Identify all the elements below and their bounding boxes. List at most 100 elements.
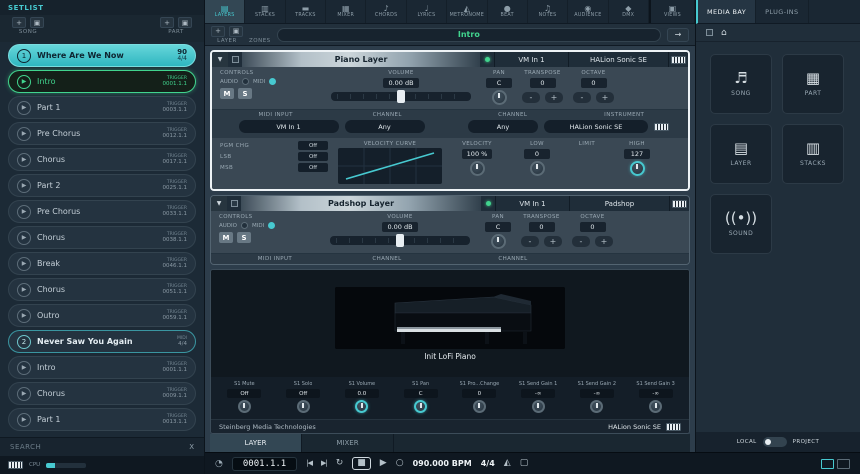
preset-name[interactable]: Init LoFi Piano — [424, 352, 476, 361]
setlist-item[interactable]: ▶ Part 2 TRIGGER 0025.1.1 — [8, 174, 196, 197]
transpose-value[interactable]: 0 — [529, 222, 555, 232]
search-input[interactable]: SEARCH — [10, 443, 41, 451]
item-badge[interactable]: ▶ — [17, 231, 31, 245]
layer-input-select[interactable]: VM In 1 — [495, 196, 569, 211]
view-tab[interactable]: ♪ CHORDS — [366, 0, 406, 23]
plugin-param[interactable]: S1 Pro...Change 0 — [452, 381, 507, 413]
song-panel-button[interactable]: ▣ — [30, 17, 44, 28]
editor-tab[interactable]: LAYER — [210, 434, 302, 452]
collapse-button[interactable]: ▼ — [211, 196, 227, 211]
midi-input-select[interactable]: VM In 1 — [239, 120, 339, 133]
layer-enable-checkbox[interactable] — [227, 196, 241, 211]
pgm-chg-value[interactable]: Off — [298, 141, 328, 150]
item-badge[interactable]: 1▶ — [17, 49, 31, 63]
setlist-search[interactable]: SEARCH X — [0, 437, 204, 456]
search-clear-button[interactable]: X — [189, 443, 194, 451]
collapse-button[interactable]: ▼ — [212, 52, 228, 67]
view-tab[interactable]: ◆ DMX — [609, 0, 649, 23]
param-value[interactable]: C — [404, 389, 438, 398]
param-knob[interactable] — [473, 400, 486, 413]
local-project-toggle[interactable] — [763, 437, 787, 447]
setlist-item[interactable]: ▶ Chorus TRIGGER 0051.1.1 — [8, 278, 196, 301]
transpose-minus-button[interactable]: - — [521, 236, 539, 247]
plugin-param[interactable]: S1 Pan C — [393, 381, 448, 413]
item-badge[interactable]: ▶ — [17, 309, 31, 323]
editor-tab[interactable]: MIXER — [302, 434, 394, 452]
padshop-layer-panel[interactable]: ▼ Padshop Layer VM In 1 Padshop CONTROLS — [210, 195, 690, 265]
go-to-start-button[interactable]: |◀ — [306, 460, 312, 467]
mediabay-tile[interactable]: ((•)) SOUND — [710, 194, 772, 254]
mediabay-tab[interactable]: MEDIA BAY — [698, 0, 756, 23]
velocity-knob[interactable] — [470, 161, 485, 176]
tab-views[interactable]: ▣ VIEWS — [649, 0, 695, 23]
item-badge[interactable]: 2▶ — [17, 335, 31, 349]
octave-value[interactable]: 0 — [581, 78, 607, 88]
octave-minus-button[interactable]: - — [572, 236, 590, 247]
plugin-param[interactable]: S1 Send Gain 1 -∞ — [511, 381, 566, 413]
view-tab[interactable]: ▦ MIXER — [326, 0, 366, 23]
item-badge[interactable]: ▶ — [17, 153, 31, 167]
plugin-param[interactable]: S1 Volume 0.0 — [335, 381, 390, 413]
add-layer-button[interactable]: + — [211, 26, 225, 37]
tempo-display[interactable]: 090.000 BPM — [413, 459, 472, 468]
mediabay-tile[interactable]: ♬ SONG — [710, 54, 772, 114]
keyboard-icon[interactable] — [666, 423, 681, 431]
mediabay-tile[interactable]: ▤ LAYER — [710, 124, 772, 184]
view-tab[interactable]: ◭ METRONOME — [447, 0, 487, 23]
view-tab[interactable]: ♫ NOTES — [528, 0, 568, 23]
signature-display[interactable]: 4/4 — [481, 459, 495, 468]
param-knob[interactable] — [590, 400, 603, 413]
add-song-button[interactable]: + — [12, 17, 26, 28]
param-value[interactable]: 0.0 — [345, 389, 379, 398]
view-tab[interactable]: ♩ LYRICS — [407, 0, 447, 23]
stop-button[interactable]: ■ — [352, 457, 371, 470]
item-badge[interactable]: ▶ — [17, 127, 31, 141]
mediabay-tile[interactable]: ▥ STACKS — [782, 124, 844, 184]
transpose-minus-button[interactable]: - — [522, 92, 540, 103]
pan-value[interactable]: C — [486, 78, 512, 88]
add-part-button[interactable]: + — [160, 17, 174, 28]
octave-value[interactable]: 0 — [580, 222, 606, 232]
transpose-value[interactable]: 0 — [530, 78, 556, 88]
item-badge[interactable]: ▶ — [17, 101, 31, 115]
view-tab[interactable]: ▤ LAYERS — [205, 0, 245, 23]
param-knob[interactable] — [532, 400, 545, 413]
audio-toggle[interactable] — [241, 222, 248, 229]
volume-value[interactable]: 0.00 dB — [382, 222, 417, 232]
setlist-item[interactable]: ▶ Chorus TRIGGER 0009.1.1 — [8, 382, 196, 405]
setlist-item[interactable]: ▶ Part 1 TRIGGER 0013.1.1 — [8, 408, 196, 431]
item-badge[interactable]: ▶ — [17, 361, 31, 375]
setlist-item[interactable]: 2▶ Never Saw You Again MIDI 4/4 — [8, 330, 196, 353]
setlist-item[interactable]: ▶ Break TRIGGER 0046.1.1 — [8, 252, 196, 275]
setlist-item[interactable]: ▶ Pre Chorus TRIGGER 0012.1.1 — [8, 122, 196, 145]
keyboard-icon[interactable] — [654, 123, 669, 131]
item-badge[interactable]: ▶ — [17, 179, 31, 193]
record-button[interactable]: ○ — [396, 459, 404, 468]
layer-instrument-select[interactable]: HALion Sonic SE — [568, 52, 668, 67]
item-badge[interactable]: ▶ — [17, 257, 31, 271]
volume-slider[interactable] — [331, 92, 471, 101]
setlist-item[interactable]: ▶ Intro TRIGGER 0001.1.1 — [8, 356, 196, 379]
layer-panel-button[interactable]: ▣ — [229, 26, 243, 37]
midi-toggle[interactable] — [268, 222, 275, 229]
item-badge[interactable]: ▶ — [17, 75, 31, 89]
midi-toggle[interactable] — [269, 78, 276, 85]
setlist-item[interactable]: ▶ Part 1 TRIGGER 0003.1.1 — [8, 96, 196, 119]
go-to-end-button[interactable]: ▶| — [321, 460, 327, 467]
param-value[interactable]: Off — [286, 389, 320, 398]
layout-toggle-2-icon[interactable] — [837, 459, 850, 469]
transpose-plus-button[interactable]: + — [545, 92, 563, 103]
param-value[interactable]: -∞ — [521, 389, 555, 398]
out-channel-select[interactable]: Any — [468, 120, 538, 133]
octave-plus-button[interactable]: + — [596, 92, 614, 103]
play-button[interactable]: ▶ — [380, 459, 387, 468]
item-badge[interactable]: ▶ — [17, 205, 31, 219]
high-knob[interactable] — [630, 161, 645, 176]
plugin-param[interactable]: S1 Solo Off — [276, 381, 331, 413]
home-icon[interactable]: ⌂ — [721, 28, 727, 38]
pan-knob[interactable] — [492, 90, 507, 105]
plugin-param[interactable]: S1 Mute Off — [217, 381, 272, 413]
plugin-param[interactable]: S1 Send Gain 2 -∞ — [570, 381, 625, 413]
item-badge[interactable]: ▶ — [17, 413, 31, 427]
audio-toggle[interactable] — [242, 78, 249, 85]
